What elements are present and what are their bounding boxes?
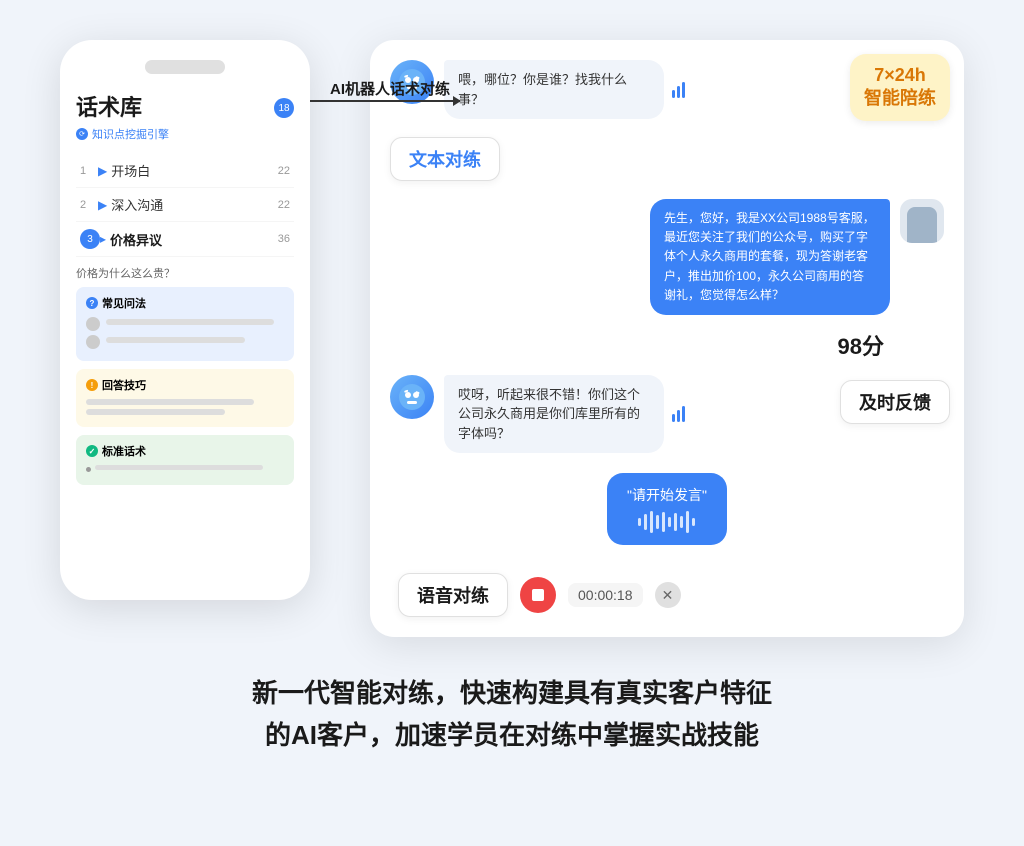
wave-bar-10 (692, 518, 695, 526)
gray-bar-1 (106, 319, 274, 325)
menu-count-2: 22 (278, 199, 290, 211)
user-line-1 (86, 317, 284, 331)
sound-bar-1 (672, 90, 675, 98)
menu-count-3: 36 (278, 233, 290, 245)
waveform (627, 511, 707, 533)
user-line-2 (86, 335, 284, 349)
phone-subtitle: ⟳ 知识点挖掘引擎 (76, 126, 294, 142)
wave-bar-7 (674, 513, 677, 531)
wave-bar-9 (686, 511, 689, 533)
user-avatar-2 (86, 335, 100, 349)
standard-icon: ✓ (86, 445, 98, 457)
faq-label: 常见问法 (102, 295, 146, 311)
voice-label: 语音对练 (398, 573, 508, 617)
sound-bar-6 (682, 406, 685, 422)
score-area: 98分 (390, 329, 944, 361)
sound-bar-4 (672, 414, 675, 422)
dot-item-1 (86, 465, 284, 474)
wave-bar-2 (644, 514, 647, 530)
tips-label: 回答技巧 (102, 377, 146, 393)
wave-bar-3 (650, 511, 653, 533)
menu-label-2: 深入沟通 (111, 195, 278, 214)
standard-label: 标准话术 (102, 443, 146, 459)
tips-bar-1 (86, 399, 254, 405)
faq-title: ? 常见问法 (86, 295, 284, 311)
text-practice-row: 文本对练 (390, 137, 944, 181)
standard-title: ✓ 标准话术 (86, 443, 284, 459)
record-icon (532, 589, 544, 601)
record-button[interactable] (520, 577, 556, 613)
phone-title: 话术库 (76, 90, 294, 122)
bubble-bot-2: 哎呀，听起来很不错！你们这个公司永久商用是你们库里所有的字体吗？ (444, 375, 664, 454)
menu-num-3: 3 (80, 229, 100, 249)
standard-bar-1 (95, 465, 263, 470)
badge-724: 7×24h智能陪练 (850, 54, 950, 121)
menu-num-2: 2 (80, 199, 98, 211)
gray-bar-2 (106, 337, 245, 343)
badge-724-text: 7×24h智能陪练 (864, 65, 936, 108)
phone-badge: 18 (274, 98, 294, 118)
menu-num-1: 1 (80, 165, 98, 177)
score-badge: 98分 (838, 334, 884, 359)
bottom-line-1: 新一代智能对练，快速构建具有真实客户特征 (252, 673, 772, 715)
menu-item-2[interactable]: 2 ▶ 深入沟通 22 (76, 188, 294, 222)
wave-bar-6 (668, 517, 671, 527)
arrow-connector: AI机器人话术对练 (310, 100, 460, 102)
standard-section: ✓ 标准话术 (76, 435, 294, 485)
arrow-line (310, 100, 460, 102)
menu-arrow-2: ▶ (98, 198, 107, 212)
wave-bar-8 (680, 516, 683, 528)
top-section: 话术库 ⟳ 知识点挖掘引擎 18 1 ▶ 开场白 22 2 ▶ 深入沟通 22 … (60, 40, 964, 637)
sound-icon-1 (672, 82, 685, 98)
arrow-label: AI机器人话术对练 (330, 78, 450, 99)
chat-panel: 7×24h智能陪练 喂，哪位？你是谁？找我什么事？ (370, 40, 964, 637)
tips-title: ! 回答技巧 (86, 377, 284, 393)
bot-bubble-row-2: 哎呀，听起来很不错！你们这个公司永久商用是你们库里所有的字体吗？ (444, 375, 685, 454)
timer-display: 00:00:18 (568, 583, 643, 607)
chat-messages: 喂，哪位？你是谁？找我什么事？ 文本对练 先生，您好，我是XX公司1988号客服… (390, 60, 944, 617)
phone-subtitle-text: 知识点挖掘引擎 (92, 126, 169, 142)
close-button[interactable]: ✕ (655, 582, 681, 608)
bot-avatar-2 (390, 375, 434, 419)
voice-practice-row: 语音对练 00:00:18 ✕ (390, 573, 944, 617)
tips-bar-2 (86, 409, 225, 415)
menu-label-1: 开场白 (111, 161, 278, 180)
menu-arrow-3: ▸ (100, 232, 106, 246)
menu-count-1: 22 (278, 165, 290, 177)
menu-item-3[interactable]: 3 ▸ 价格异议 36 (76, 222, 294, 257)
tips-icon: ! (86, 379, 98, 391)
sound-bar-2 (677, 86, 680, 98)
human-avatar-1 (900, 199, 944, 243)
phone-notch (145, 60, 225, 74)
sound-bar-3 (682, 82, 685, 98)
sound-bar-5 (677, 410, 680, 422)
chat-row-user-1: 先生，您好，我是XX公司1988号客服，最近您关注了我们的公众号，购买了字体个人… (390, 199, 944, 315)
speak-bubble: "请开始发言" (607, 473, 727, 545)
faq-section: ? 常见问法 (76, 287, 294, 361)
subtitle-icon: ⟳ (76, 128, 88, 140)
bubble-user-1: 先生，您好，我是XX公司1988号客服，最近您关注了我们的公众号，购买了字体个人… (650, 199, 890, 315)
faq-icon: ? (86, 297, 98, 309)
user-avatar-1 (86, 317, 100, 331)
sound-icon-2 (672, 406, 685, 422)
wave-bar-4 (656, 515, 659, 529)
menu-label-3: 价格异议 (110, 230, 278, 249)
feedback-label: 及时反馈 (840, 380, 950, 424)
avatar-figure (907, 207, 937, 243)
speak-bubble-row: "请开始发言" (390, 473, 944, 545)
bubble-bot-1: 喂，哪位？你是谁？找我什么事？ (444, 60, 664, 119)
dot-1 (86, 467, 91, 472)
menu-arrow-1: ▶ (98, 164, 107, 178)
bot-bubble-row-1: 喂，哪位？你是谁？找我什么事？ (444, 60, 685, 119)
wave-bar-5 (662, 512, 665, 532)
tips-section: ! 回答技巧 (76, 369, 294, 427)
phone-mockup: 话术库 ⟳ 知识点挖掘引擎 18 1 ▶ 开场白 22 2 ▶ 深入沟通 22 … (60, 40, 310, 600)
text-practice-label: 文本对练 (390, 137, 500, 181)
bottom-text: 新一代智能对练，快速构建具有真实客户特征 的AI客户，加速学员在对练中掌握实战技… (252, 673, 772, 756)
speak-text: "请开始发言" (627, 485, 707, 505)
wave-bar-1 (638, 518, 641, 526)
menu-item-1[interactable]: 1 ▶ 开场白 22 (76, 154, 294, 188)
bottom-line-2: 的AI客户，加速学员在对练中掌握实战技能 (252, 715, 772, 757)
subsection-title: 价格为什么这么贵？ (76, 265, 294, 281)
